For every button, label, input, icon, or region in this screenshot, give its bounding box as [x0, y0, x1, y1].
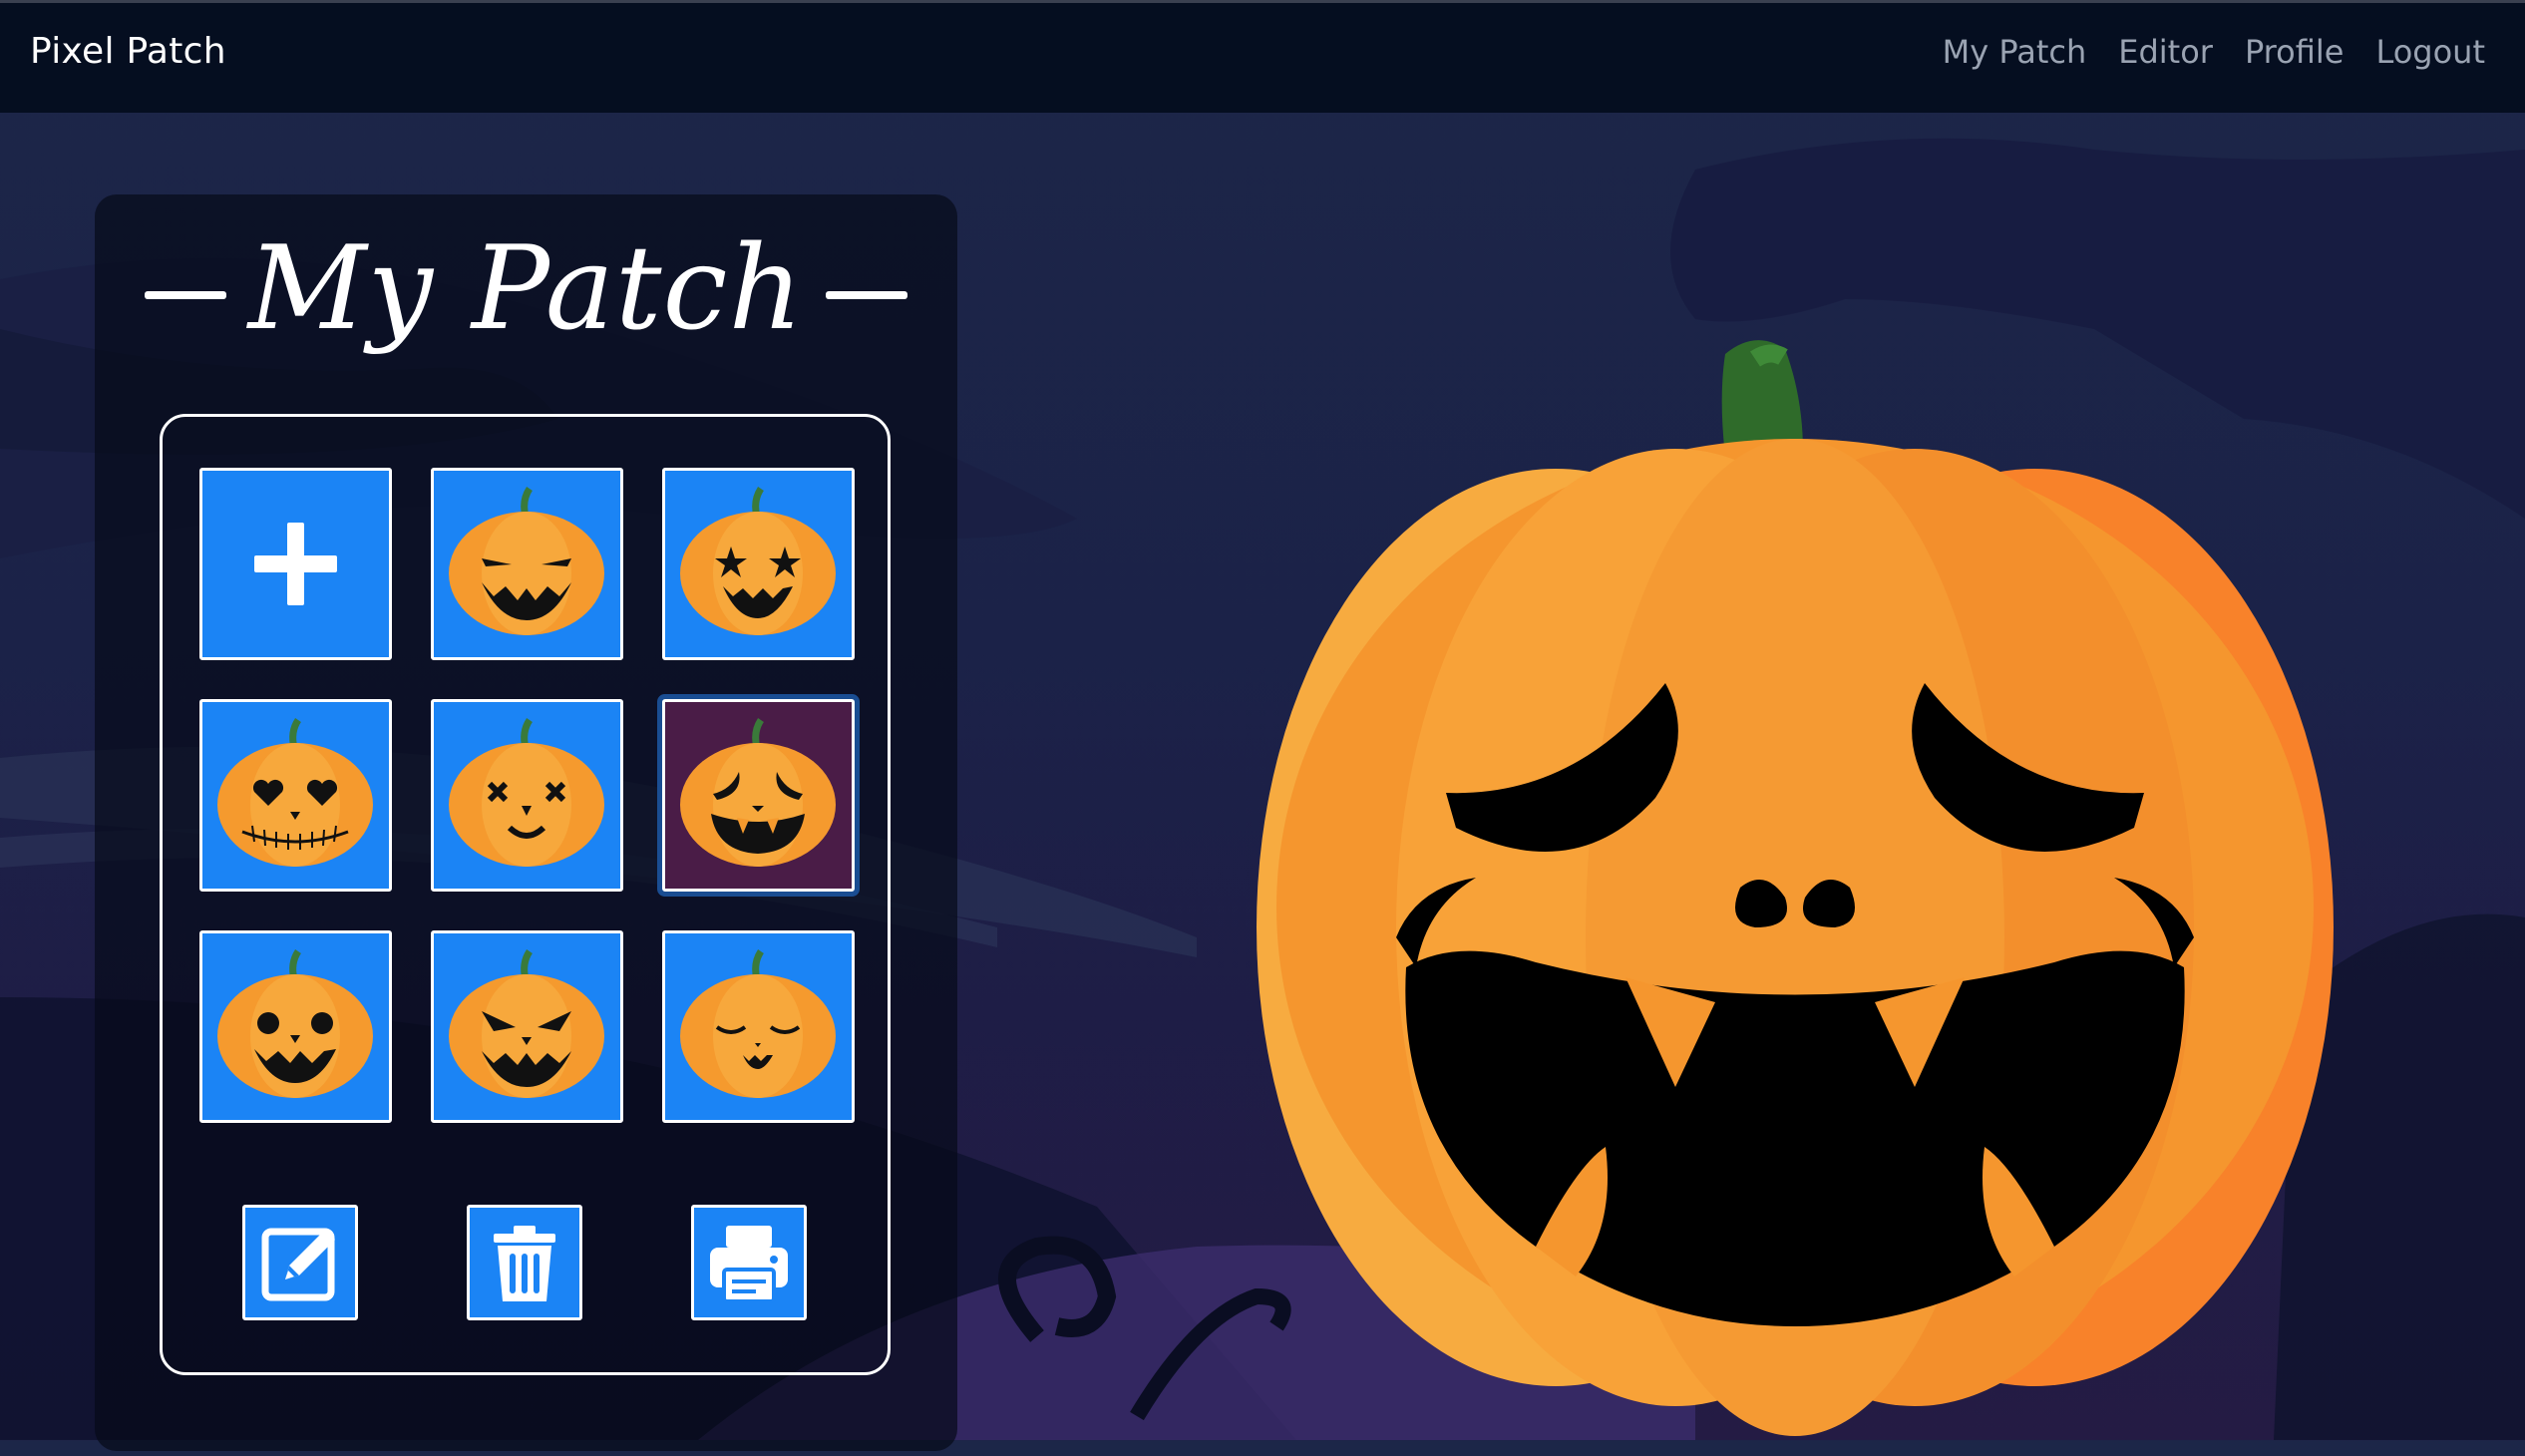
panel-title-text: My Patch [247, 221, 805, 356]
top-navbar: Pixel Patch My Patch Editor Profile Logo… [0, 0, 2525, 113]
nav-logout[interactable]: Logout [2375, 33, 2485, 71]
pumpkin-sly-icon [449, 487, 604, 635]
pumpkin-round-eyes-icon [217, 949, 373, 1098]
pumpkin-tile-sly[interactable] [431, 468, 623, 660]
title-dash-left [144, 291, 226, 299]
brand-logo[interactable]: Pixel Patch [30, 31, 226, 72]
pumpkin-tile-heart-eyes[interactable] [199, 699, 392, 892]
pumpkin-x-eyes-icon [449, 718, 604, 867]
print-icon [710, 1226, 788, 1303]
edit-button[interactable] [242, 1205, 358, 1320]
pumpkin-tile-star-eyes[interactable] [662, 468, 855, 660]
nav-links: My Patch Editor Profile Logout [1911, 33, 2485, 71]
pumpkin-angry-icon [449, 949, 604, 1098]
add-pumpkin-button[interactable] [199, 468, 392, 660]
delete-button[interactable] [467, 1205, 582, 1320]
edit-icon [261, 1228, 335, 1301]
pumpkin-tile-angry[interactable] [431, 930, 623, 1123]
plus-icon [254, 523, 337, 605]
panel-title: My Patch [95, 229, 957, 349]
title-dash-right [826, 291, 908, 299]
nav-editor[interactable]: Editor [2118, 33, 2213, 71]
nav-my-patch[interactable]: My Patch [1943, 33, 2087, 71]
pumpkin-tile-sleepy[interactable] [662, 930, 855, 1123]
trash-icon [494, 1226, 555, 1301]
nav-profile[interactable]: Profile [2245, 33, 2345, 71]
pumpkin-tile-x-eyes[interactable] [431, 699, 623, 892]
pumpkin-preview [1257, 340, 2334, 1436]
pumpkin-heart-eyes-icon [217, 718, 373, 867]
pumpkin-sad-fangs-icon [680, 718, 836, 867]
pumpkin-tile-sad-fangs[interactable] [662, 699, 855, 892]
pumpkin-tile-round-eyes[interactable] [199, 930, 392, 1123]
pumpkin-star-eyes-icon [680, 487, 836, 635]
print-button[interactable] [691, 1205, 807, 1320]
pumpkin-grid [160, 414, 891, 1375]
pumpkin-sleepy-icon [680, 949, 836, 1098]
